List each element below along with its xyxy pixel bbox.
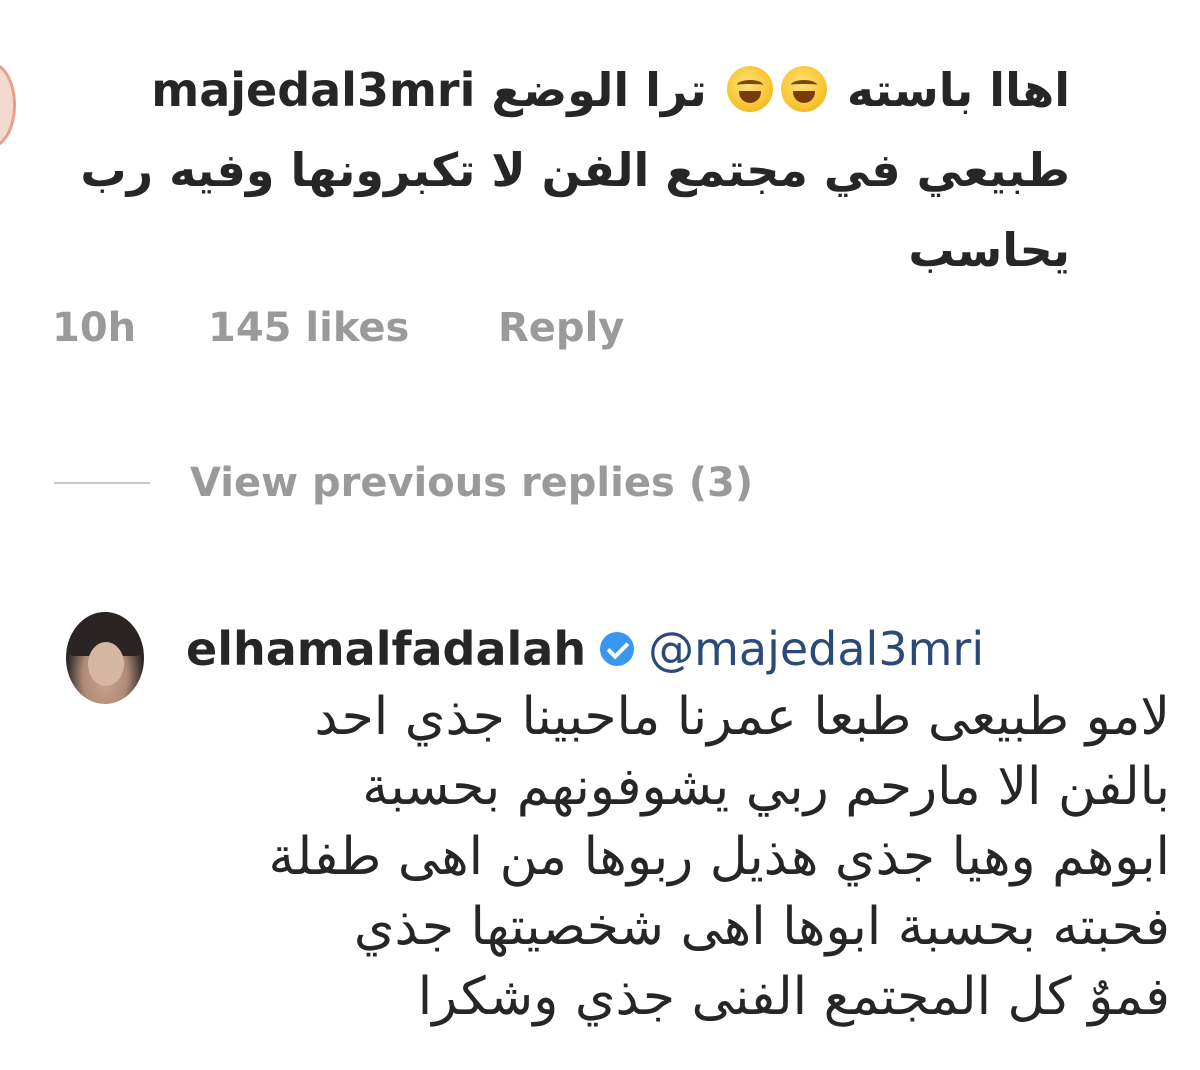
comment-line-2: طبيعي في مجتمع الفن لا تكبرونها وفيه رب xyxy=(80,143,1070,197)
reply-username[interactable]: elhamalfadalah xyxy=(186,614,586,684)
reply-mention[interactable]: @majedal3mri xyxy=(648,614,984,684)
comment: اهاا باسته ترا الوضع majedal3mri طبيعي ف… xyxy=(30,50,1070,290)
view-previous-replies[interactable]: View previous replies (3) xyxy=(54,460,753,506)
reply-header: elhamalfadalah @majedal3mri xyxy=(186,614,984,684)
reply-avatar[interactable] xyxy=(66,612,144,704)
reply-line: فحبته بحسبة ابوها اهى شخصيتها جذي xyxy=(353,897,1170,957)
comment-meta: 10h 145 likes Reply xyxy=(52,305,624,351)
face-with-tears-of-joy-icon xyxy=(780,66,827,112)
verified-badge-icon xyxy=(600,632,635,666)
commenter-avatar[interactable] xyxy=(0,62,16,148)
reply-body: لامو طبيعى طبعا عمرنا ماحبينا جذي احد با… xyxy=(170,682,1170,1032)
comment-text-part1: اهاا باسته xyxy=(846,63,1070,117)
face-with-tears-of-joy-icon xyxy=(726,66,773,112)
divider xyxy=(54,482,150,484)
comment-username[interactable]: majedal3mri xyxy=(151,63,475,117)
comment-time: 10h xyxy=(52,305,137,351)
reply-line: ابوهم وهيا جذي هذيل ربوها من اهى طفلة xyxy=(268,827,1170,887)
comment-text-part2: ترا الوضع xyxy=(491,63,707,117)
view-replies-label[interactable]: View previous replies (3) xyxy=(190,460,753,506)
reply-button[interactable]: Reply xyxy=(498,305,624,351)
comment-line-1: اهاا باسته ترا الوضع majedal3mri xyxy=(30,50,1070,130)
reply-line: فموٌ كل المجتمع الفنى جذي وشكرا xyxy=(417,967,1170,1027)
comment-likes[interactable]: 145 likes xyxy=(208,305,498,351)
reply-line: لامو طبيعى طبعا عمرنا ماحبينا جذي احد xyxy=(314,687,1170,747)
reply-line: بالفن الا مارحم ربي يشوفونهم بحسبة xyxy=(362,757,1170,817)
comment-line-3: يحاسب xyxy=(908,223,1070,277)
